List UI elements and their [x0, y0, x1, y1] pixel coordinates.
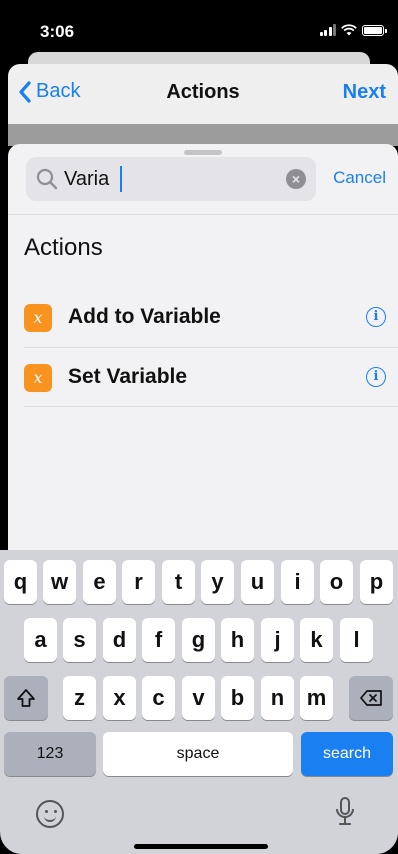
key-h[interactable]: h: [221, 618, 254, 662]
keyboard-row-3: z x c v b n m: [0, 676, 398, 722]
key-n[interactable]: n: [261, 676, 294, 720]
keyboard: q w e r t y u i o p a s d f g h j k l z …: [0, 550, 398, 854]
text-cursor: [120, 166, 122, 192]
search-key[interactable]: search: [301, 732, 393, 776]
status-time: 3:06: [40, 22, 75, 41]
delete-key[interactable]: [349, 676, 393, 720]
action-row-add-to-variable[interactable]: x Add to Variable i: [8, 288, 398, 346]
key-f[interactable]: f: [142, 618, 175, 662]
key-i[interactable]: i: [281, 560, 314, 604]
home-indicator[interactable]: [134, 844, 268, 849]
emoji-icon[interactable]: [36, 800, 64, 828]
shift-key[interactable]: [4, 676, 48, 720]
variable-icon: x: [24, 304, 52, 332]
keyboard-bottom-bar: [0, 778, 398, 854]
variable-icon: x: [24, 364, 52, 392]
space-key[interactable]: space: [103, 732, 293, 776]
row-divider: [24, 406, 398, 407]
microphone-icon[interactable]: [334, 796, 356, 828]
key-a[interactable]: a: [24, 618, 57, 662]
key-u[interactable]: u: [241, 560, 274, 604]
search-icon: [36, 168, 58, 190]
key-d[interactable]: d: [103, 618, 136, 662]
key-v[interactable]: v: [182, 676, 215, 720]
action-label: Set Variable: [68, 365, 188, 388]
key-q[interactable]: q: [4, 560, 37, 604]
key-s[interactable]: s: [63, 618, 96, 662]
key-g[interactable]: g: [182, 618, 215, 662]
numbers-key[interactable]: 123: [4, 732, 96, 776]
nav-title: Actions: [166, 81, 240, 103]
battery-icon: [362, 24, 387, 36]
signal-icon: [319, 24, 336, 36]
key-k[interactable]: k: [300, 618, 333, 662]
key-l[interactable]: l: [340, 618, 373, 662]
key-y[interactable]: y: [201, 560, 234, 604]
key-r[interactable]: r: [122, 560, 155, 604]
action-label: Add to Variable: [68, 305, 221, 328]
key-c[interactable]: c: [142, 676, 175, 720]
nav-bar: Back Actions Next: [8, 64, 398, 124]
phone-screen: 3:06 Back Actions Next Varia × Cancel Ac…: [0, 0, 398, 854]
key-t[interactable]: t: [162, 560, 195, 604]
key-b[interactable]: b: [221, 676, 254, 720]
sheet-grabber[interactable]: [184, 150, 222, 155]
info-icon[interactable]: i: [366, 307, 386, 327]
key-j[interactable]: j: [261, 618, 294, 662]
key-m[interactable]: m: [300, 676, 333, 720]
clear-search-icon[interactable]: ×: [286, 169, 306, 189]
key-z[interactable]: z: [63, 676, 96, 720]
dimmed-background: [8, 124, 398, 146]
key-o[interactable]: o: [320, 560, 353, 604]
key-p[interactable]: p: [360, 560, 393, 604]
next-button[interactable]: Next: [343, 81, 386, 104]
section-title: Actions: [24, 234, 103, 261]
search-input[interactable]: [64, 165, 274, 193]
search-divider: [8, 214, 398, 215]
status-icons: [319, 24, 387, 36]
keyboard-row-1: q w e r t y u i o p: [0, 560, 398, 606]
status-bar: 3:06: [0, 0, 398, 60]
key-x[interactable]: x: [103, 676, 136, 720]
wifi-icon: [341, 24, 357, 36]
search-bar: ×: [26, 157, 316, 201]
action-row-set-variable[interactable]: x Set Variable i: [8, 348, 398, 406]
keyboard-row-4: 123 space search: [0, 732, 398, 778]
backspace-icon: [360, 690, 382, 706]
shift-icon: [17, 689, 35, 707]
key-e[interactable]: e: [83, 560, 116, 604]
cancel-button[interactable]: Cancel: [333, 168, 386, 188]
key-w[interactable]: w: [43, 560, 76, 604]
info-icon[interactable]: i: [366, 367, 386, 387]
keyboard-row-2: a s d f g h j k l: [0, 618, 398, 664]
